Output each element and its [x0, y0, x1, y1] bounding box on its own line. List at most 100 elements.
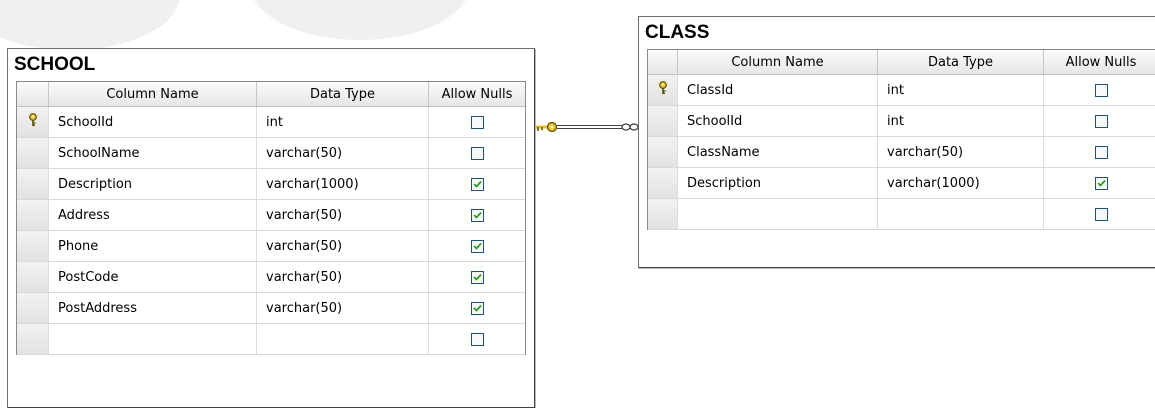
row-selector[interactable] — [648, 168, 678, 198]
allow-nulls-checkbox[interactable] — [1094, 83, 1108, 97]
class-column-grid: Column Name Data Type Allow Nulls ClassI… — [647, 49, 1155, 230]
allow-nulls-cell — [429, 138, 525, 168]
allow-nulls-checkbox[interactable] — [470, 146, 484, 160]
allow-nulls-checkbox[interactable] — [470, 332, 484, 346]
table-row[interactable]: ClassName varchar(50) — [648, 137, 1155, 168]
row-selector[interactable] — [17, 231, 49, 261]
column-name-cell[interactable]: ClassId — [678, 75, 878, 105]
allow-nulls-cell — [429, 231, 525, 261]
data-type-cell[interactable]: varchar(1000) — [257, 169, 429, 199]
column-name-cell[interactable]: ClassName — [678, 137, 878, 167]
data-type-cell[interactable] — [257, 324, 429, 354]
allow-nulls-header[interactable]: Allow Nulls — [1044, 50, 1155, 74]
allow-nulls-cell — [429, 200, 525, 230]
table-row[interactable] — [17, 324, 525, 355]
allow-nulls-checkbox[interactable] — [1094, 114, 1108, 128]
allow-nulls-header[interactable]: Allow Nulls — [429, 82, 525, 106]
row-selector[interactable] — [17, 293, 49, 323]
allow-nulls-cell — [1044, 168, 1155, 198]
table-row[interactable] — [648, 199, 1155, 230]
table-row[interactable]: PostCode varchar(50) — [17, 262, 525, 293]
key-icon — [536, 121, 558, 133]
allow-nulls-checkbox[interactable] — [1094, 207, 1108, 221]
row-selector[interactable] — [648, 137, 678, 167]
table-row[interactable]: SchoolId int — [17, 107, 525, 138]
allow-nulls-cell — [1044, 137, 1155, 167]
table-row[interactable]: Phone varchar(50) — [17, 231, 525, 262]
column-name-header[interactable]: Column Name — [678, 50, 878, 74]
row-selector[interactable] — [648, 199, 678, 229]
allow-nulls-cell — [1044, 199, 1155, 229]
table-row[interactable]: ClassId int — [648, 75, 1155, 106]
row-selector[interactable] — [17, 324, 49, 354]
column-name-cell[interactable]: PostAddress — [49, 293, 257, 323]
column-name-cell[interactable]: SchoolId — [678, 106, 878, 136]
allow-nulls-cell — [429, 324, 525, 354]
column-name-cell[interactable]: Phone — [49, 231, 257, 261]
column-name-cell[interactable] — [49, 324, 257, 354]
data-type-cell[interactable]: varchar(50) — [257, 200, 429, 230]
column-name-cell[interactable]: Description — [49, 169, 257, 199]
allow-nulls-checkbox[interactable] — [470, 115, 484, 129]
table-row[interactable]: Description varchar(1000) — [17, 169, 525, 200]
infinity-icon — [621, 123, 639, 131]
data-type-cell[interactable]: int — [878, 106, 1044, 136]
row-selector-header[interactable] — [648, 50, 678, 74]
row-selector[interactable] — [17, 262, 49, 292]
primary-key-icon — [28, 113, 38, 131]
column-name-header[interactable]: Column Name — [49, 82, 257, 106]
allow-nulls-checkbox[interactable] — [1094, 176, 1108, 190]
column-name-cell[interactable] — [678, 199, 878, 229]
class-rows: ClassId int SchoolId int ClassName varchar(50… — [648, 75, 1155, 230]
allow-nulls-cell — [429, 262, 525, 292]
data-type-cell[interactable]: varchar(1000) — [878, 168, 1044, 198]
row-selector[interactable] — [648, 75, 678, 105]
column-name-cell[interactable]: SchoolName — [49, 138, 257, 168]
allow-nulls-checkbox[interactable] — [470, 177, 484, 191]
column-name-cell[interactable]: Description — [678, 168, 878, 198]
data-type-cell[interactable]: varchar(50) — [878, 137, 1044, 167]
watermark-blob — [250, 0, 470, 40]
school-table-title[interactable]: SCHOOL — [8, 49, 534, 81]
data-type-header[interactable]: Data Type — [257, 82, 429, 106]
class-grid-header: Column Name Data Type Allow Nulls — [648, 50, 1155, 75]
column-name-cell[interactable]: Address — [49, 200, 257, 230]
data-type-cell[interactable] — [878, 199, 1044, 229]
row-selector[interactable] — [648, 106, 678, 136]
primary-key-icon — [658, 81, 668, 99]
allow-nulls-checkbox[interactable] — [470, 270, 484, 284]
relationship-line[interactable] — [534, 118, 640, 136]
row-selector[interactable] — [17, 200, 49, 230]
allow-nulls-checkbox[interactable] — [1094, 145, 1108, 159]
data-type-header[interactable]: Data Type — [878, 50, 1044, 74]
watermark-blob — [0, 0, 180, 50]
data-type-cell[interactable]: int — [257, 107, 429, 137]
table-row[interactable]: PostAddress varchar(50) — [17, 293, 525, 324]
school-table[interactable]: SCHOOL Column Name Data Type Allow Nulls… — [7, 48, 535, 408]
table-row[interactable]: SchoolId int — [648, 106, 1155, 137]
class-table-title[interactable]: CLASS — [639, 17, 1155, 49]
row-selector[interactable] — [17, 138, 49, 168]
column-name-cell[interactable]: PostCode — [49, 262, 257, 292]
allow-nulls-cell — [429, 293, 525, 323]
data-type-cell[interactable]: int — [878, 75, 1044, 105]
row-selector[interactable] — [17, 169, 49, 199]
school-column-grid: Column Name Data Type Allow Nulls School… — [16, 81, 526, 355]
data-type-cell[interactable]: varchar(50) — [257, 262, 429, 292]
data-type-cell[interactable]: varchar(50) — [257, 293, 429, 323]
column-name-cell[interactable]: SchoolId — [49, 107, 257, 137]
table-row[interactable]: SchoolName varchar(50) — [17, 138, 525, 169]
row-selector[interactable] — [17, 107, 49, 137]
allow-nulls-cell — [429, 169, 525, 199]
row-selector-header[interactable] — [17, 82, 49, 106]
table-row[interactable]: Description varchar(1000) — [648, 168, 1155, 199]
school-rows: SchoolId int SchoolName varchar(50) Descript… — [17, 107, 525, 355]
school-grid-header: Column Name Data Type Allow Nulls — [17, 82, 525, 107]
data-type-cell[interactable]: varchar(50) — [257, 138, 429, 168]
allow-nulls-checkbox[interactable] — [470, 301, 484, 315]
table-row[interactable]: Address varchar(50) — [17, 200, 525, 231]
allow-nulls-checkbox[interactable] — [470, 239, 484, 253]
data-type-cell[interactable]: varchar(50) — [257, 231, 429, 261]
class-table[interactable]: CLASS Column Name Data Type Allow Nulls … — [638, 16, 1155, 268]
allow-nulls-checkbox[interactable] — [470, 208, 484, 222]
